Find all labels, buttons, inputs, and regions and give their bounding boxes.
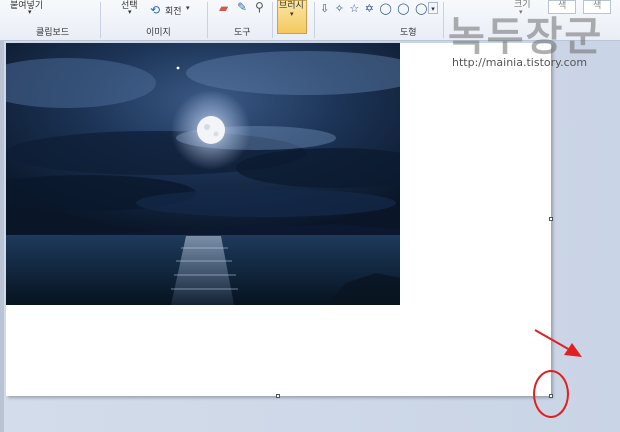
eraser-icon[interactable]: ▰ xyxy=(219,2,228,14)
workspace-edge xyxy=(0,41,4,432)
ribbon-divider xyxy=(272,2,273,38)
rotate-button[interactable]: 회전 xyxy=(165,4,182,17)
night-sea-moon-image xyxy=(6,43,400,305)
ribbon-divider xyxy=(314,2,315,38)
shapes-gallery[interactable]: ⇩ ✧ ☆ ✡ ◯ ◯ ◯ xyxy=(320,2,428,15)
resize-handle-right[interactable] xyxy=(549,217,553,221)
ribbon-divider xyxy=(100,2,101,38)
annotation-arrow-icon xyxy=(534,329,582,357)
resize-handle-bottom[interactable] xyxy=(276,394,280,398)
group-label-tools: 도구 xyxy=(234,28,251,38)
brush-button[interactable]: 브러시 ▾ xyxy=(277,0,307,34)
brush-dropdown-icon: ▾ xyxy=(290,10,294,18)
color-picker-icon[interactable]: ✎ xyxy=(237,1,247,13)
group-label-image: 이미지 xyxy=(146,28,171,38)
shapes-expand-button[interactable]: ▾ xyxy=(428,2,438,14)
paste-dropdown-icon[interactable]: ▾ xyxy=(28,8,32,16)
ribbon-divider xyxy=(443,2,444,38)
annotation-circle xyxy=(533,370,569,418)
watermark-title: 녹두장군 xyxy=(448,14,604,60)
group-label-clipboard: 클립보드 xyxy=(36,28,70,38)
paste-button[interactable]: 붙여넣기 xyxy=(10,0,43,11)
watermark-url: http://mainia.tistory.com xyxy=(452,56,588,69)
night-sea-moon-drawing xyxy=(6,43,400,305)
rotate-dropdown-icon[interactable]: ▾ xyxy=(186,4,190,12)
magnifier-icon[interactable]: ⚲ xyxy=(255,1,264,13)
rotate-icon: ⟲ xyxy=(150,3,161,17)
group-label-shapes: 도형 xyxy=(400,28,417,38)
select-dropdown-icon[interactable]: ▾ xyxy=(128,8,132,16)
ribbon-divider xyxy=(207,2,208,38)
